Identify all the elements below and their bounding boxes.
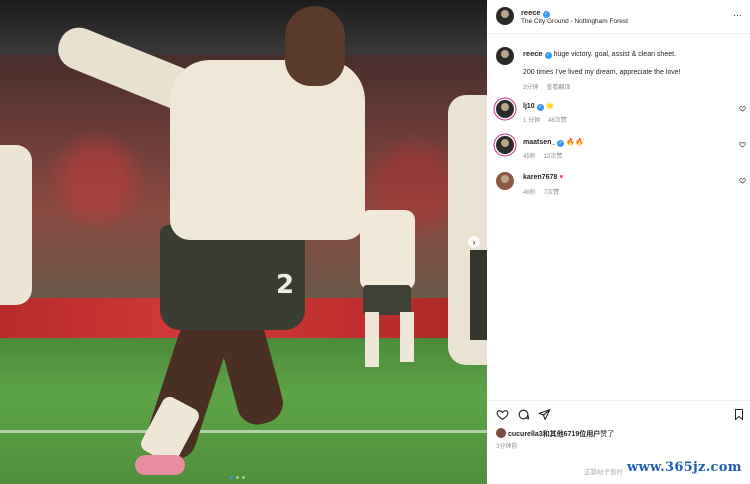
likes-username[interactable]: cucurella3	[508, 431, 543, 438]
comment-text: 🌟	[545, 103, 555, 110]
post-photo[interactable]: 2 ›	[0, 0, 487, 484]
likes-summary[interactable]: cucurella3和其他6719位用户赞了	[496, 428, 614, 439]
player-boot	[135, 455, 185, 475]
comment-bubble-icon[interactable]	[517, 408, 530, 421]
avatar[interactable]	[496, 47, 514, 65]
post-username-text[interactable]: reece	[521, 8, 541, 17]
comment-username-text[interactable]: lj10	[523, 103, 535, 110]
post-username[interactable]: reece ✓	[521, 8, 550, 18]
comment-meta: 45秒 12次赞	[523, 151, 562, 160]
teammate-left	[0, 145, 32, 305]
likes-suffix: 赞了	[600, 431, 615, 438]
comment-likes[interactable]: 7次赞	[544, 190, 559, 196]
caption-line-2: 200 times I’ve lived my dream, appreciat…	[523, 69, 681, 76]
teammate-right-shorts	[470, 250, 487, 340]
carousel-dot	[242, 476, 245, 479]
like-heart-icon[interactable]	[496, 408, 509, 421]
caption-username-text[interactable]: reece	[523, 49, 543, 58]
shorts-number: 2	[276, 270, 295, 300]
save-bookmark-icon[interactable]	[733, 408, 745, 421]
avatar	[496, 428, 506, 438]
like-comment-heart-icon[interactable]	[739, 141, 746, 148]
avatar[interactable]	[496, 136, 514, 154]
comment-time: 48秒	[523, 190, 536, 196]
see-translation-link[interactable]: 查看翻译	[546, 85, 570, 91]
comment: karen7678 ♥ 48秒 7次赞	[487, 172, 750, 202]
comment-meta: 48秒 7次赞	[523, 187, 559, 196]
like-comment-heart-icon[interactable]	[739, 177, 746, 184]
more-options-icon[interactable]: ···	[733, 10, 742, 20]
comment-likes[interactable]: 48次赞	[548, 118, 567, 124]
site-watermark: www.365jz.com	[627, 460, 742, 475]
comment-meta: 1 分钟 48次赞	[523, 115, 567, 124]
comment-time: 45秒	[523, 154, 536, 160]
pitch-line	[0, 430, 487, 433]
carousel-dot-active	[230, 476, 233, 479]
next-photo-arrow-icon[interactable]: ›	[468, 236, 480, 248]
post-side-panel: reece ✓ The City Ground - Nottingham Fore…	[487, 0, 750, 484]
player-background-shorts	[363, 285, 411, 315]
avatar[interactable]	[496, 100, 514, 118]
comment-time: 1 分钟	[523, 118, 541, 124]
post-actions-bar	[487, 400, 750, 426]
comment-username-text[interactable]: maatsen_	[523, 139, 555, 146]
comment-username[interactable]: maatsen_ ✓ 🔥🔥	[523, 138, 584, 147]
player-background-leg	[365, 312, 379, 367]
comment-username[interactable]: lj10 ✓ 🌟	[523, 102, 554, 111]
avatar[interactable]	[496, 7, 514, 25]
caption-username[interactable]: reece ✓	[523, 49, 552, 59]
avatar[interactable]	[496, 172, 514, 190]
carousel-dot	[236, 476, 239, 479]
caption-body: huge victory. goal, assist & clean sheet…	[553, 51, 676, 58]
watermark-text: 这篇帖子暂时	[584, 469, 623, 476]
caption-text: reece ✓ huge victory. goal, assist & clea…	[523, 49, 743, 59]
carousel-dots	[230, 476, 245, 479]
caption-time: 3分钟	[523, 85, 539, 91]
caption-meta: 3分钟 查看翻译	[523, 82, 570, 91]
comment-text: 🔥🔥	[566, 139, 584, 146]
verified-badge-icon: ✓	[557, 140, 565, 147]
verified-badge-icon: ✓	[542, 11, 550, 18]
player-background-leg	[400, 312, 414, 362]
player-head	[285, 6, 345, 86]
like-comment-heart-icon[interactable]	[739, 105, 746, 112]
post-header: reece ✓ The City Ground - Nottingham Fore…	[487, 0, 750, 34]
comment-username-text[interactable]: karen7678	[523, 174, 557, 181]
post-location[interactable]: The City Ground - Nottingham Forest	[521, 18, 628, 25]
post-time-ago: 3分钟前	[496, 444, 518, 450]
verified-badge-icon: ✓	[544, 52, 552, 59]
player-background-shirt	[360, 210, 415, 290]
comment-likes[interactable]: 12次赞	[544, 154, 563, 160]
comment-username[interactable]: karen7678 ♥	[523, 174, 563, 181]
share-paper-plane-icon[interactable]	[538, 408, 551, 421]
comment: lj10 ✓ 🌟 1 分钟 48次赞	[487, 100, 750, 130]
likes-others[interactable]: 和其他6719位用户	[543, 431, 601, 438]
comment: maatsen_ ✓ 🔥🔥 45秒 12次赞	[487, 136, 750, 166]
verified-badge-icon: ✓	[536, 104, 544, 111]
player-shirt	[170, 60, 365, 240]
comment-text: ♥	[559, 174, 564, 181]
